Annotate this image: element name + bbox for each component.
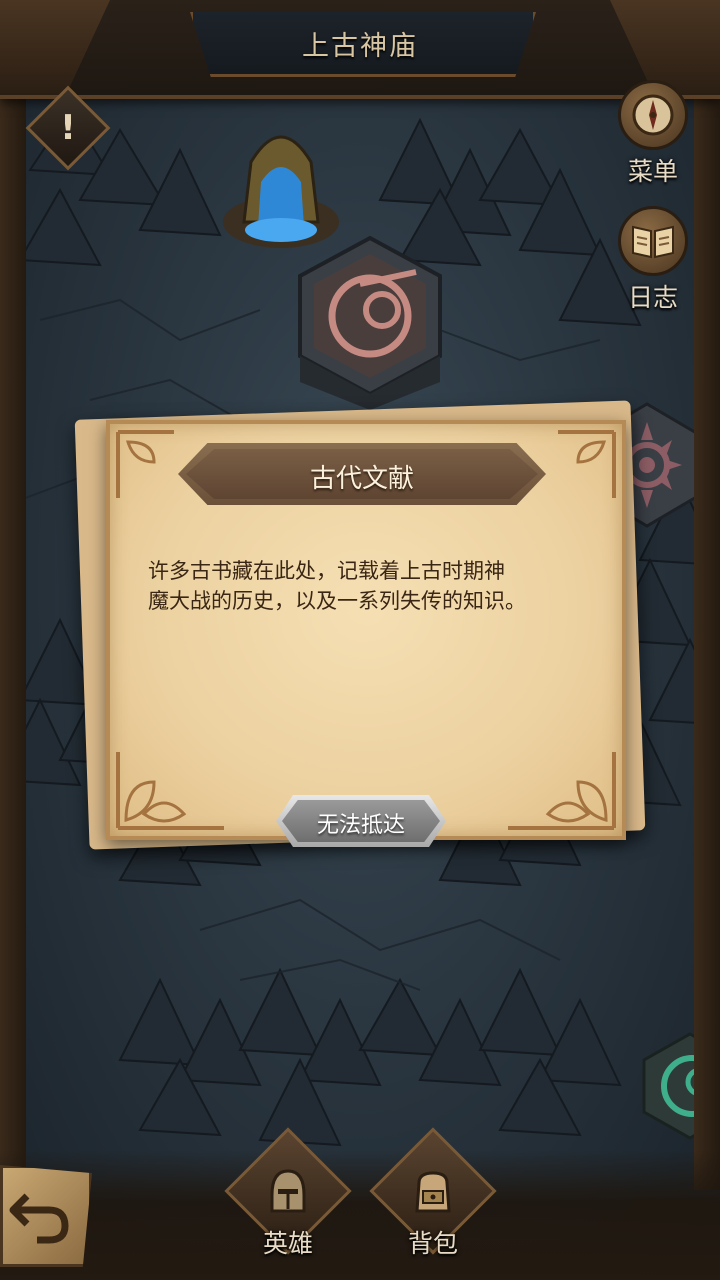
bag-label: 背包 (407, 1229, 458, 1258)
journal-button[interactable]: 日志 (603, 206, 703, 314)
menu-button[interactable]: 菜单 (603, 80, 703, 188)
left-frame-rail (0, 90, 26, 1190)
bottom-frame (0, 1150, 720, 1280)
book-icon (618, 206, 688, 276)
dialog-title: 古代文献 (309, 464, 414, 494)
hero-label: 英雄 (262, 1229, 313, 1258)
top-left-ornament (0, 0, 110, 95)
crescent-rune-node[interactable] (290, 232, 450, 412)
back-button[interactable] (0, 1165, 92, 1267)
corner-ornament-bottom-right (508, 752, 616, 830)
unreachable-button-label[interactable]: 无法抵达 (276, 807, 446, 839)
compass-icon (618, 80, 688, 150)
helmet-icon (259, 1162, 317, 1220)
corner-ornament-bottom-left (116, 752, 224, 830)
map-title: 上古神庙 (302, 31, 418, 62)
hero-button[interactable]: 英雄 (224, 1127, 352, 1260)
game-map-screen: 上古神庙 ! 菜单 日志 古代文献 许多古书藏在此处，记载着上古时期神 魔大战的… (0, 0, 720, 1280)
journal-label: 日志 (627, 283, 678, 312)
dialog-description: 许多古书藏在此处，记载着上古时期神 魔大战的历史，以及一系列失传的知识。 (148, 556, 588, 616)
dialog-description-line-2: 魔大战的历史，以及一系列失传的知识。 (148, 589, 526, 613)
menu-label: 菜单 (627, 157, 678, 186)
return-arrow-icon (9, 1193, 69, 1244)
dialog-description-line-1: 许多古书藏在此处，记载着上古时期神 (148, 559, 505, 583)
crescent-rune-icon (298, 235, 442, 410)
bag-button[interactable]: 背包 (369, 1127, 497, 1260)
alert-icon: ! (60, 108, 76, 148)
backpack-icon (404, 1162, 462, 1220)
